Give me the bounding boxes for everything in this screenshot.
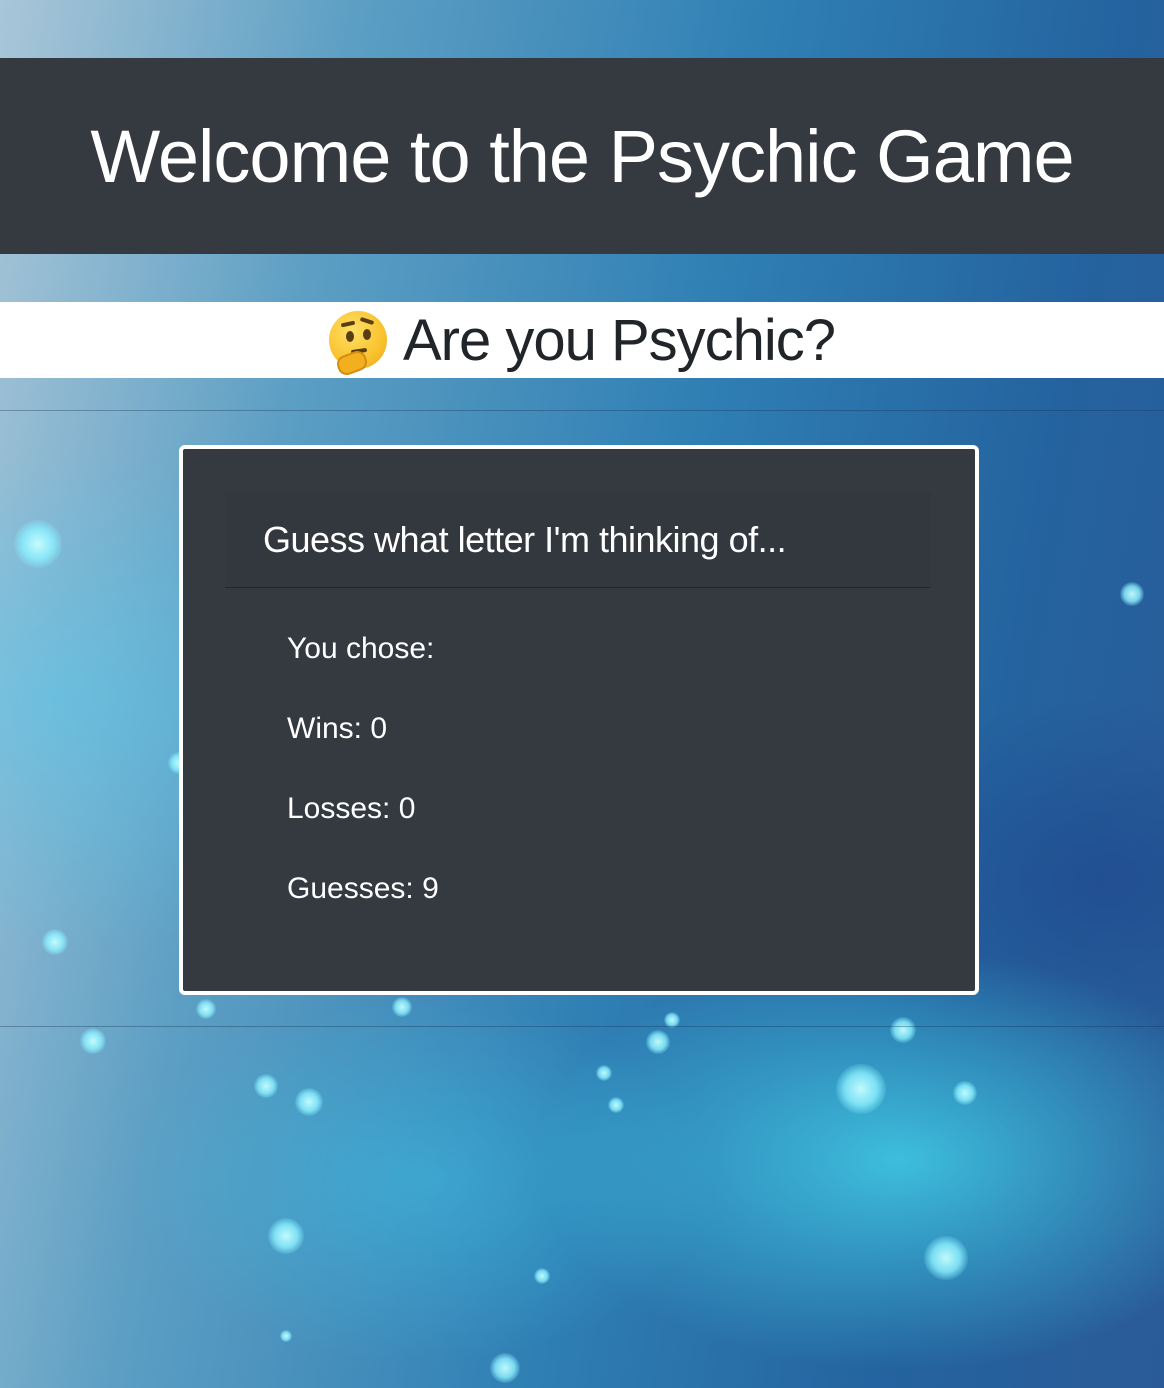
you-chose-stat: You chose: [287,631,439,667]
bokeh-dot [14,520,62,568]
divider-line [0,1026,1164,1027]
you-chose-label: You chose: [287,632,435,665]
losses-value: 0 [398,792,416,825]
game-card: Guess what letter I'm thinking of... You… [179,445,979,995]
subheader: Are you Psychic? [328,307,836,378]
thinking-face-icon [328,311,387,378]
bokeh-dot [280,1330,292,1342]
losses-label: Losses: [287,792,391,825]
bokeh-dot [890,1017,916,1043]
wins-stat: Wins: 0 [287,711,439,747]
bokeh-dot [268,1218,304,1254]
wins-label: Wins: [287,712,362,745]
bokeh-dot [953,1081,977,1105]
guesses-stat: Guesses: 9 [287,871,439,907]
bokeh-dot [534,1268,550,1284]
bokeh-dot [42,929,68,955]
losses-stat: Losses: 0 [287,791,439,827]
divider-line [0,410,1164,411]
guesses-value: 9 [422,872,439,905]
card-body: You chose: Wins: 0 Losses: 0 Guesses: 9 [287,631,439,951]
bokeh-dot [608,1097,624,1113]
bokeh-dot [490,1353,520,1383]
card-header: Guess what letter I'm thinking of... [225,493,931,588]
page-header: Welcome to the Psychic Game [0,58,1164,254]
subheader-bar: Are you Psychic? [0,302,1164,378]
bokeh-dot [196,999,216,1019]
bokeh-dot [924,1236,968,1280]
wins-value: 0 [370,712,388,745]
bokeh-dot [295,1088,323,1116]
bokeh-dot [836,1064,886,1114]
page-title: Welcome to the Psychic Game [90,114,1074,198]
subheader-text: Are you Psychic? [402,307,836,373]
bokeh-dot [646,1030,670,1054]
bokeh-dot [596,1065,612,1081]
bokeh-dot [80,1028,106,1054]
game-prompt: Guess what letter I'm thinking of... [263,519,787,560]
bokeh-dot [254,1074,278,1098]
bokeh-dot [392,997,412,1017]
bokeh-dot [1120,582,1144,606]
guesses-label: Guesses: [287,872,414,905]
